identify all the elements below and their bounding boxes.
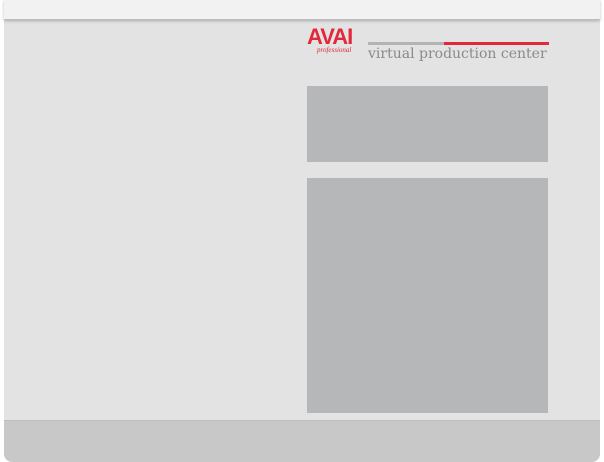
logo-subtitle: professional <box>317 46 352 54</box>
app-frame: AVAI professional virtual production cen… <box>4 0 600 462</box>
brand-logo: AVAI professional <box>307 25 367 57</box>
preview-panel <box>307 86 548 162</box>
top-bar <box>4 0 600 20</box>
content-panel <box>307 178 548 413</box>
tagline: virtual production center <box>368 46 547 62</box>
bottom-bar <box>4 420 600 462</box>
